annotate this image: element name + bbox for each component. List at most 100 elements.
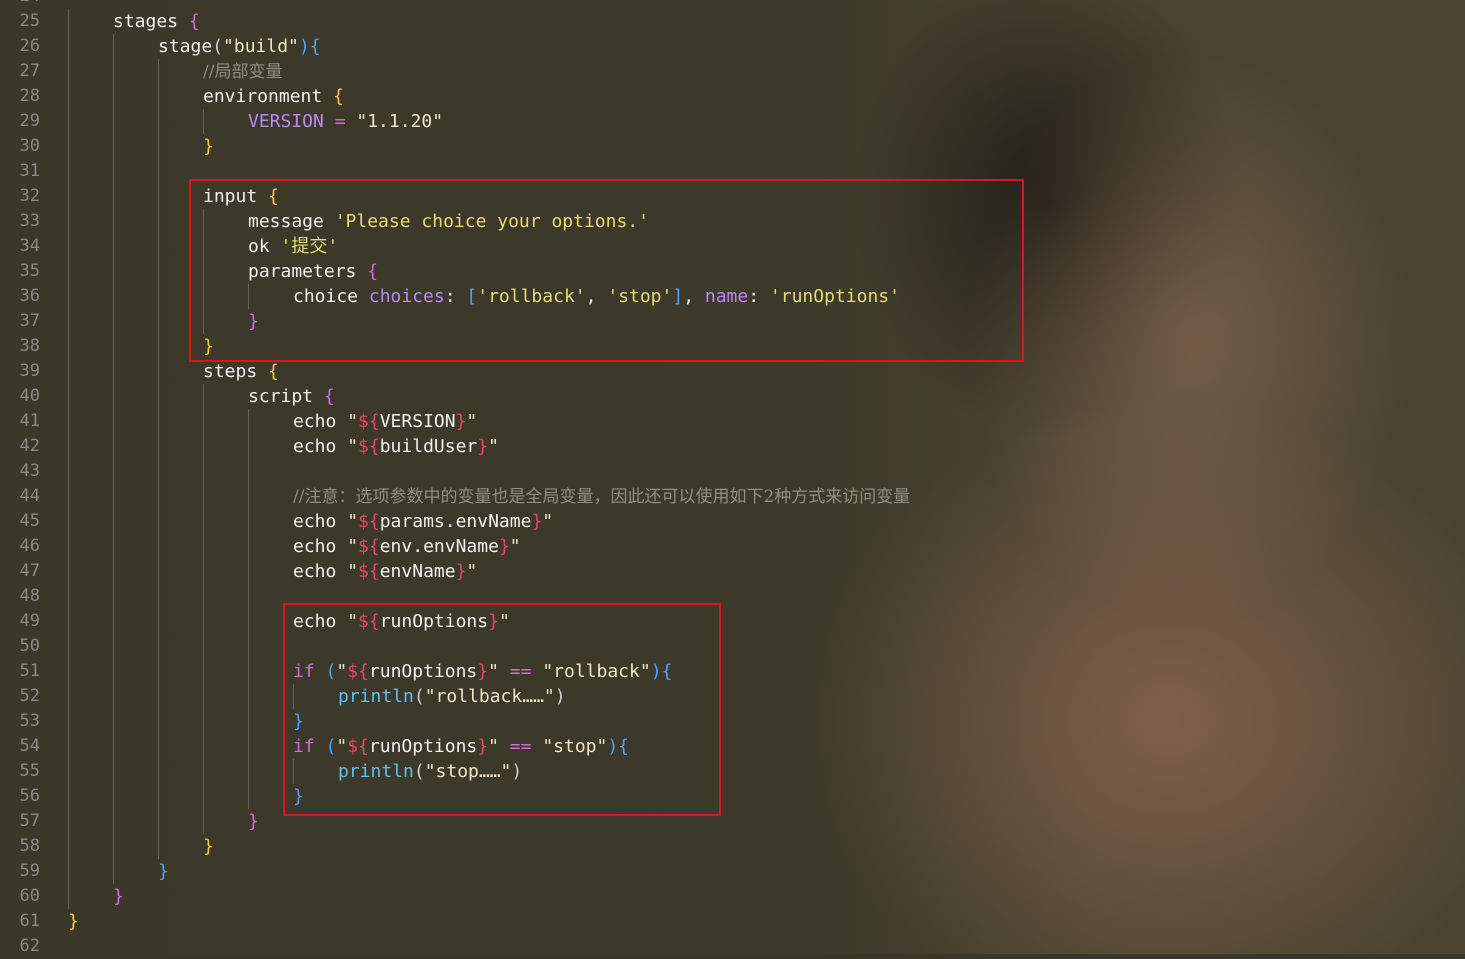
code-line[interactable]: steps { <box>203 359 279 384</box>
code-token: envName <box>379 561 456 582</box>
code-token: } <box>203 836 214 857</box>
code-token: VERSION <box>379 411 456 432</box>
code-token: params.envName <box>379 511 532 532</box>
line-number: 29 <box>19 111 40 131</box>
code-line[interactable]: echo "${envName}" <box>293 559 477 584</box>
code-line[interactable]: echo "${params.envName}" <box>293 509 553 534</box>
line-number: 33 <box>19 211 40 231</box>
line-number: 41 <box>19 411 40 431</box>
line-number: 36 <box>19 286 40 306</box>
line-number: 54 <box>19 736 40 756</box>
line-number: 46 <box>19 536 40 556</box>
line-number: 30 <box>19 136 40 156</box>
code-token: } <box>455 411 467 432</box>
highlight-box-run-options-block <box>283 603 721 816</box>
line-number: 35 <box>19 261 40 281</box>
line-number: 31 <box>19 161 40 181</box>
line-number: 40 <box>19 386 40 406</box>
code-line[interactable]: } <box>158 859 169 884</box>
code-token: echo <box>293 436 348 457</box>
code-line[interactable]: echo "${buildUser}" <box>293 434 499 459</box>
line-number: 26 <box>19 36 40 56</box>
code-token: " <box>509 536 521 557</box>
indent-guide-line <box>68 9 69 909</box>
code-token: } <box>498 536 510 557</box>
line-number: 62 <box>19 936 40 956</box>
line-number: 39 <box>19 361 40 381</box>
code-token: "build" <box>223 36 299 57</box>
code-token: //局部变量 <box>203 62 283 82</box>
code-token: { <box>188 11 200 32</box>
code-token: { <box>268 361 279 382</box>
line-number: 42 <box>19 436 40 456</box>
code-token: buildUser <box>379 436 478 457</box>
code-token: ( <box>212 36 224 57</box>
code-token: " <box>542 511 554 532</box>
line-number: 43 <box>19 461 40 481</box>
code-line[interactable]: script { <box>248 384 335 409</box>
code-line[interactable]: //局部变量 <box>203 59 282 84</box>
line-number: 55 <box>19 761 40 781</box>
line-number: 61 <box>19 911 40 931</box>
code-line[interactable]: echo "${VERSION}" <box>293 409 477 434</box>
code-token: echo <box>293 411 348 432</box>
code-line[interactable]: } <box>113 884 124 909</box>
code-token: " <box>347 561 359 582</box>
code-token: } <box>531 511 543 532</box>
line-number: 37 <box>19 311 40 331</box>
code-token: { <box>333 86 344 107</box>
code-token: { <box>323 386 335 407</box>
code-line[interactable]: environment { <box>203 84 344 109</box>
line-number: 50 <box>19 636 40 656</box>
indent-guide-line <box>113 34 114 884</box>
code-token: env.envName <box>379 536 499 557</box>
code-token: } <box>113 886 124 907</box>
code-token: } <box>203 136 214 157</box>
code-token: } <box>455 561 467 582</box>
code-token: echo <box>293 511 348 532</box>
line-number: 57 <box>19 811 40 831</box>
code-token: environment <box>203 86 334 107</box>
line-number: 38 <box>19 336 40 356</box>
code-token: = <box>323 111 357 132</box>
code-token: ${ <box>358 411 380 432</box>
code-line[interactable]: } <box>203 834 214 859</box>
line-number: 56 <box>19 786 40 806</box>
code-token: " <box>347 411 359 432</box>
indent-guide-line <box>203 384 204 834</box>
code-token: " <box>347 436 359 457</box>
code-token: } <box>477 436 489 457</box>
code-token: ${ <box>358 511 380 532</box>
code-line[interactable]: stage("build"){ <box>158 34 321 59</box>
code-token: stage <box>158 36 213 57</box>
code-line[interactable]: //注意：选项参数中的变量也是全局变量，因此还可以使用如下2种方式来访问变量 <box>293 484 910 509</box>
code-token: " <box>488 436 499 457</box>
code-token: } <box>68 911 79 932</box>
code-token: } <box>248 811 259 832</box>
code-token: } <box>158 861 169 882</box>
line-number: 25 <box>19 11 40 31</box>
code-editor[interactable]: 24 25 26 27 28 29 30 31 32 33 34 35 36 37 38 39 40 41 42 43… <box>0 0 1465 956</box>
code-line[interactable]: } <box>68 909 79 934</box>
line-number: 34 <box>19 236 40 256</box>
highlight-box-input-block <box>189 179 1024 362</box>
line-number: 45 <box>19 511 40 531</box>
code-line[interactable]: VERSION = "1.1.20" <box>248 109 443 134</box>
code-token: echo <box>293 536 348 557</box>
code-token: VERSION <box>248 111 324 132</box>
code-token: " <box>466 561 478 582</box>
line-number: 32 <box>19 186 40 206</box>
code-line[interactable]: stages { <box>113 9 200 34</box>
line-number: 27 <box>19 61 40 81</box>
code-line[interactable]: } <box>248 809 259 834</box>
line-number: 49 <box>19 611 40 631</box>
code-token: script <box>248 386 324 407</box>
code-token: " <box>347 511 359 532</box>
line-number: 44 <box>19 486 40 506</box>
code-token: //注意：选项参数中的变量也是全局变量，因此还可以使用如下2种方式来访问变量 <box>293 487 911 507</box>
line-number: 53 <box>19 711 40 731</box>
code-token: stages <box>113 11 189 32</box>
code-line[interactable]: echo "${env.envName}" <box>293 534 521 559</box>
code-token: steps <box>203 361 269 382</box>
code-line[interactable]: } <box>203 134 214 159</box>
